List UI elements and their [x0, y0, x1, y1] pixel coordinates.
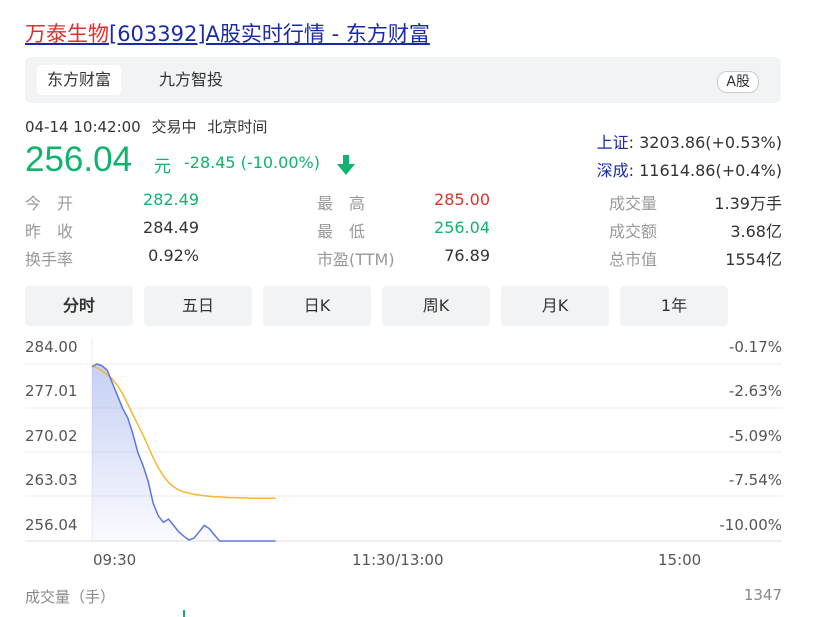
market-badge[interactable]: A股 [717, 71, 759, 93]
datetime-value: 04-14 10:42:00 [25, 118, 141, 136]
stat-pe: 76.89 [444, 246, 490, 265]
index-label[interactable]: 上证 [597, 133, 629, 152]
price-unit: 元 [154, 157, 171, 177]
stat-mcap: 1554亿 [725, 250, 782, 269]
period-tab-weekly-k[interactable]: 周K [382, 286, 490, 326]
x-tick: 15:00 [658, 551, 702, 569]
tab-jiufang[interactable]: 九方智投 [149, 65, 233, 95]
timezone-label: 北京时间 [207, 118, 268, 136]
price-area [92, 364, 276, 541]
average-price-line [91, 365, 276, 499]
index-shenzhen[interactable]: 深成: 11614.86(+0.4%) [597, 157, 782, 181]
stat-label-high: 最 高 [317, 194, 366, 213]
volume-max: 1347 [743, 586, 782, 604]
stat-amount: 3.68亿 [730, 222, 782, 241]
index-value: : 3203.86(+0.53%) [628, 133, 782, 152]
stat-open: 282.49 [143, 190, 199, 209]
x-tick: 11:30/13:00 [352, 551, 444, 569]
stat-label-prev: 昨 收 [25, 222, 74, 241]
index-shanghai[interactable]: 上证: 3203.86(+0.53%) [597, 129, 782, 153]
y-right-tick: -10.00% [719, 516, 782, 534]
y-left-tick: 270.02 [25, 427, 78, 445]
price-change: -28.45 (-10.00%) [184, 153, 320, 172]
stat-label-mcap: 总市值 [609, 250, 658, 269]
index-value: : 11614.86(+0.4%) [628, 161, 782, 180]
trade-status: 交易中 [151, 118, 197, 136]
y-left-tick: 277.01 [25, 382, 78, 400]
page-title[interactable]: 万泰生物[603392]A股实时行情 - 东方财富 [25, 18, 430, 48]
stat-turnover: 0.92% [148, 246, 199, 265]
source-tabs: 东方财富 九方智投 A股 [25, 57, 781, 103]
quote-datetime: 04-14 10:42:00 交易中 北京时间 [25, 116, 267, 137]
stat-prev: 284.49 [143, 218, 199, 237]
period-tab-daily-k[interactable]: 日K [263, 286, 371, 326]
y-left-tick: 263.03 [25, 471, 78, 489]
change-amount: -28.45 [184, 153, 236, 172]
volume-title: 成交量（手） [25, 588, 116, 606]
page-title-link[interactable]: 万泰生物[603392]A股实时行情 - 东方财富 [25, 22, 430, 46]
stat-high: 285.00 [434, 190, 490, 209]
stat-low: 256.04 [434, 218, 490, 237]
page-title-rest[interactable]: [603392]A股实时行情 - 东方财富 [109, 22, 430, 46]
price-line [91, 363, 276, 542]
stat-label-open: 今 开 [25, 194, 74, 213]
arrow-down-icon [337, 155, 355, 175]
stat-label-turnover: 换手率 [25, 250, 74, 269]
stat-volume: 1.39万手 [714, 194, 782, 213]
period-tab-5day[interactable]: 五日 [144, 286, 252, 326]
y-right-tick: -5.09% [728, 427, 782, 445]
y-right-tick: -7.54% [728, 471, 782, 489]
y-right-tick: -2.63% [728, 382, 782, 400]
current-price: 256.04 [25, 140, 133, 179]
stock-name[interactable]: 万泰生物 [25, 22, 109, 46]
period-tab-1year[interactable]: 1年 [620, 286, 728, 326]
tab-eastmoney[interactable]: 东方财富 [37, 65, 122, 95]
stat-label-amount: 成交额 [609, 222, 658, 241]
y-left-tick: 284.00 [25, 338, 78, 356]
period-tab-monthly-k[interactable]: 月K [501, 286, 609, 326]
stat-label-volume: 成交量 [609, 194, 658, 213]
period-tab-intraday[interactable]: 分时 [25, 286, 133, 326]
y-right-tick: -0.17% [728, 338, 782, 356]
index-label[interactable]: 深成 [597, 161, 629, 180]
y-left-tick: 256.04 [25, 516, 78, 534]
chart-grid [25, 338, 782, 542]
stat-label-pe: 市盈(TTM) [317, 250, 395, 269]
stat-label-low: 最 低 [317, 222, 366, 241]
x-tick: 09:30 [93, 551, 137, 569]
change-percent: (-10.00%) [240, 153, 320, 172]
